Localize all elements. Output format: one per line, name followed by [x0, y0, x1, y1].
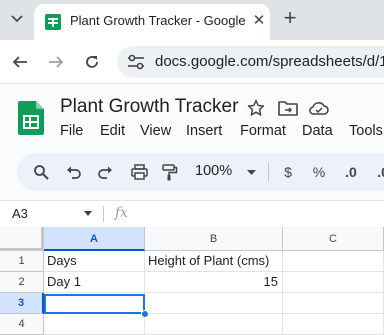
column-header-c[interactable]: C: [283, 227, 384, 251]
cell-a2[interactable]: Day 1: [44, 272, 145, 293]
cell-c3[interactable]: [283, 293, 384, 314]
currency-format-button[interactable]: $: [281, 162, 295, 182]
cloud-saved-icon[interactable]: [309, 99, 329, 117]
column-header-a[interactable]: A: [44, 227, 145, 251]
browser-toolbar: docs.google.com/spreadsheets/d/190: [0, 40, 384, 84]
cell-c4[interactable]: [283, 314, 384, 335]
formula-input[interactable]: [140, 205, 380, 223]
cell-b4[interactable]: [145, 314, 283, 335]
decrease-decimal-button[interactable]: .0: [340, 162, 362, 182]
row-header-1[interactable]: 1: [0, 251, 44, 272]
row-header-3[interactable]: 3: [0, 293, 44, 314]
back-icon[interactable]: [10, 52, 30, 72]
redo-icon[interactable]: [96, 162, 114, 182]
browser-tab-active[interactable]: Plant Growth Tracker - Google S ✕: [34, 4, 270, 40]
menu-format[interactable]: Format: [240, 123, 302, 141]
toolbar-divider: [268, 163, 269, 181]
paint-format-icon[interactable]: [161, 162, 179, 182]
percent-format-button[interactable]: %: [311, 162, 327, 182]
menu-tools[interactable]: Tools: [349, 123, 384, 141]
fx-label: fx: [115, 205, 129, 221]
increase-decimal-button[interactable]: .00: [374, 162, 384, 182]
search-menus-icon[interactable]: [32, 162, 50, 182]
cell-b2[interactable]: 15: [145, 272, 283, 293]
column-header-b[interactable]: B: [145, 227, 283, 251]
cell-a4[interactable]: [44, 314, 145, 335]
zoom-dropdown-icon[interactable]: [245, 162, 257, 182]
menu-data[interactable]: Data: [302, 123, 349, 141]
menu-insert[interactable]: Insert: [186, 123, 240, 141]
browser-window: Plant Growth Tracker - Google S ✕ + docs…: [0, 0, 384, 335]
name-box-dropdown-icon[interactable]: [84, 211, 92, 216]
active-cell-selection[interactable]: [44, 294, 145, 314]
tab-search-icon[interactable]: [7, 9, 27, 29]
row-header-4[interactable]: 4: [0, 314, 44, 335]
cell-c1[interactable]: [283, 251, 384, 272]
url-text: docs.google.com/spreadsheets/d/190: [155, 53, 384, 70]
forward-icon[interactable]: [46, 52, 66, 72]
formula-bar: A3 fx: [0, 200, 384, 227]
address-bar[interactable]: docs.google.com/spreadsheets/d/190: [117, 46, 384, 78]
reload-icon[interactable]: [82, 52, 102, 72]
menu-bar: File Edit View Insert Format Data Tools: [60, 123, 384, 141]
name-box[interactable]: A3: [12, 206, 28, 221]
sheets-favicon-icon: [45, 14, 61, 30]
menu-edit[interactable]: Edit: [100, 123, 140, 141]
document-title[interactable]: Plant Growth Tracker: [60, 96, 238, 118]
fill-handle[interactable]: [141, 310, 149, 318]
formula-bar-divider: [103, 206, 104, 222]
print-icon[interactable]: [130, 162, 148, 182]
cell-b1[interactable]: Height of Plant (cms): [145, 251, 283, 272]
tab-title: Plant Growth Tracker - Google S: [70, 13, 248, 28]
undo-icon[interactable]: [65, 162, 83, 182]
spreadsheet-grid: A B C 1 2 3 4 Days Height of Plant (cms)…: [0, 227, 384, 335]
cell-b3[interactable]: [145, 293, 283, 314]
menu-view[interactable]: View: [140, 123, 186, 141]
cell-c2[interactable]: [283, 272, 384, 293]
row-header-2[interactable]: 2: [0, 272, 44, 293]
tab-strip: Plant Growth Tracker - Google S ✕ +: [0, 0, 384, 40]
sheets-logo-icon[interactable]: [18, 101, 44, 135]
new-tab-button[interactable]: +: [279, 7, 301, 29]
menu-file[interactable]: File: [60, 123, 100, 141]
tab-close-icon[interactable]: ✕: [249, 11, 269, 31]
move-to-folder-icon[interactable]: [278, 99, 298, 117]
star-icon[interactable]: [246, 99, 266, 117]
zoom-select[interactable]: 100%: [195, 163, 232, 179]
site-settings-icon[interactable]: [125, 52, 147, 72]
cell-a1[interactable]: Days: [44, 251, 145, 272]
formatting-toolbar: 100% $ % .0 .00: [17, 153, 384, 191]
select-all-corner[interactable]: [0, 227, 44, 251]
